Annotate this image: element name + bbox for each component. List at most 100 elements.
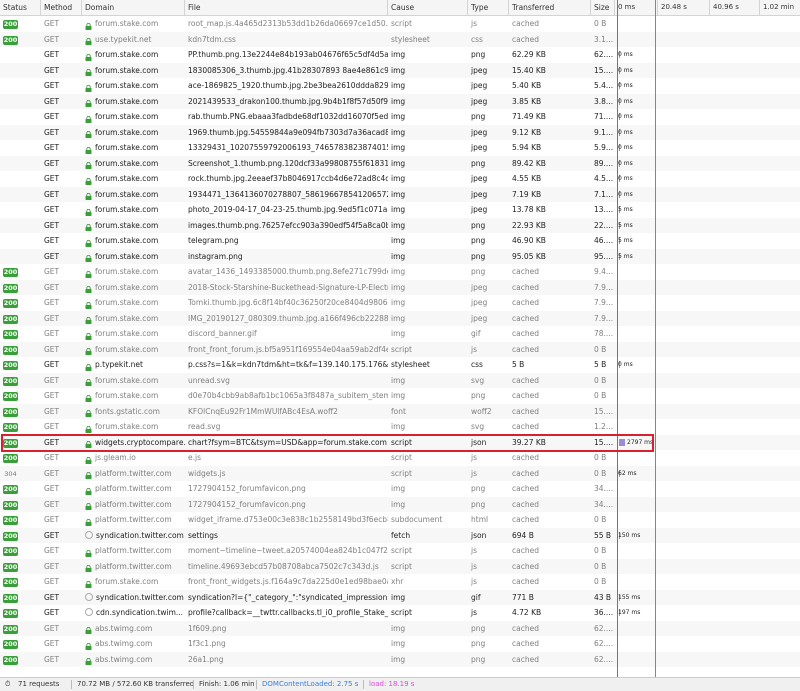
size-cell: 15.... [594, 406, 614, 416]
status-cell: 200 [0, 543, 41, 559]
column-size[interactable]: Size [591, 0, 615, 15]
domain-text: forum.stake.com [95, 236, 159, 245]
domain-text: forum.stake.com [95, 143, 159, 152]
table-row[interactable]: GET forum.stake.com 1969.thumb.jpg.5455984… [0, 124, 800, 141]
cause-cell: img [391, 158, 406, 168]
table-row[interactable]: GET forum.stake.com rock.thumb.jpg.2eeaef3… [0, 171, 800, 187]
table-row[interactable]: GET forum.stake.com 2021439533_drakon100.t… [0, 93, 800, 109]
request-list[interactable]: 200 GET forum.stake.com root_map.js.4a465d2… [0, 16, 800, 677]
table-row[interactable]: 200 GET forum.stake.com discord_banner.gif i… [0, 326, 800, 342]
domain-text: forum.stake.com [95, 81, 159, 90]
transferred-cell: cached [512, 19, 539, 28]
cause-cell: script [391, 561, 412, 571]
transferred-cell: cached [512, 546, 539, 555]
table-row[interactable]: 200 GET forum.stake.com root_map.js.4a465d2… [0, 16, 800, 32]
table-row[interactable]: 200 GET forum.stake.com unread.svg img svg cac… [0, 372, 800, 389]
waterfall-cell [615, 373, 800, 389]
column-transferred[interactable]: Transferred [509, 0, 591, 15]
column-method[interactable]: Method [41, 0, 82, 15]
table-row[interactable]: GET forum.stake.com photo_2019-04-17_04-23… [0, 202, 800, 218]
type-cell: jpeg [471, 65, 488, 75]
table-row[interactable]: 200 GET forum.stake.com avatar_1436_1493385… [0, 264, 800, 280]
table-row[interactable]: 200 GET platform.twitter.com 1727904152_for… [0, 481, 800, 497]
column-type[interactable]: Type [468, 0, 509, 15]
size-cell: 0 B [594, 453, 607, 462]
footer-divider [256, 680, 257, 689]
table-row[interactable]: GET forum.stake.com Screenshot_1.thumb.png… [0, 155, 800, 171]
method-cell: GET [44, 437, 60, 447]
timing-label: 155 ms [618, 593, 641, 601]
lock-icon [85, 624, 92, 634]
cause-cell: img [391, 282, 406, 292]
file-cell: rock.thumb.jpg.2eeaef37b8046917ccb4d6e72… [188, 174, 388, 183]
timing-label: 0 ms [618, 97, 633, 105]
column-domain[interactable]: Domain [82, 0, 185, 15]
table-row[interactable]: GET forum.stake.com rab.thumb.PNG.ebaaa3fa… [0, 109, 800, 125]
table-row[interactable]: 200 GET platform.twitter.com timeline.49693… [0, 558, 800, 574]
method-cell: GET [44, 422, 60, 431]
table-row[interactable]: 200 GET forum.stake.com 2018-Stock-Starshin… [0, 279, 800, 295]
table-row[interactable]: 200 GET abs.twimg.com 26a1.png img png cached 6… [0, 651, 800, 667]
file-cell: IMG_20190127_080309.thumb.jpg.a166f496cb… [188, 313, 388, 323]
table-row[interactable]: 200 GET forum.stake.com front_front_widgets… [0, 574, 800, 590]
table-row[interactable]: 200 GET p.typekit.net p.css?s=1&k=kdn7tdm&h… [0, 357, 800, 373]
table-row[interactable]: GET forum.stake.com instagram.png img png 95.… [0, 248, 800, 264]
table-row[interactable]: GET forum.stake.com 1830085306_3.thumb.jpg… [0, 62, 800, 78]
cause-cell: img [391, 623, 406, 633]
table-row[interactable]: 200 GET forum.stake.com d0e70b4cbb9ab8afb1b… [0, 388, 800, 404]
table-row[interactable]: GET forum.stake.com images.thumb.png.76257… [0, 217, 800, 233]
table-row[interactable]: 200 GET widgets.cryptocompare.c...chart?fs… [0, 434, 800, 450]
table-row[interactable]: 200 GET syndication.twitter.com syndication… [0, 589, 800, 605]
waterfall-cell: 0 ms [615, 357, 800, 373]
table-row[interactable]: GET forum.stake.com PP.thumb.png.13e2244e8… [0, 47, 800, 63]
type-cell: png [471, 391, 486, 400]
domain-text: cdn.syndication.twim... [96, 608, 184, 617]
waterfall-cell [615, 404, 800, 420]
transferred-cell: cached [512, 391, 539, 400]
column-status[interactable]: Status [0, 0, 41, 15]
status-badge: 200 [3, 392, 18, 401]
table-row[interactable]: 200 GET forum.stake.com read.svg img svg cache… [0, 419, 800, 435]
column-file[interactable]: File [185, 0, 388, 15]
table-row[interactable]: 200 GET platform.twitter.com widget_iframe.… [0, 512, 800, 528]
globe-icon [85, 530, 93, 539]
table-row[interactable]: 200 GET platform.twitter.com moment~timelin… [0, 543, 800, 559]
timeline-tick-3: 1.02 min [763, 3, 795, 11]
table-row[interactable]: GET forum.stake.com ace-1869825_1920.thumb… [0, 78, 800, 94]
table-row[interactable]: 200 GET platform.twitter.com 1727904152_for… [0, 496, 800, 512]
lock-icon [85, 159, 92, 169]
column-cause[interactable]: Cause [388, 0, 468, 15]
table-row[interactable]: 200 GET fonts.gstatic.com KFOlCnqEu92Fr1MmW… [0, 403, 800, 420]
waterfall-cell: 0 ms [615, 125, 800, 141]
lock-icon [85, 20, 92, 30]
method-cell: GET [44, 375, 60, 385]
status-cell [0, 109, 41, 125]
status-badge: 200 [3, 330, 18, 339]
table-row[interactable]: 200 GET abs.twimg.com 1f609.png img png cached… [0, 620, 800, 636]
table-row[interactable]: 200 GET abs.twimg.com 1f3c1.png img png cached… [0, 636, 800, 652]
table-row[interactable]: 200 GET forum.stake.com Tomki.thumb.jpg.6c8… [0, 295, 800, 311]
status-cell: 200 [0, 574, 41, 590]
table-row[interactable]: 200 GET forum.stake.com front_front_forum.j… [0, 341, 800, 357]
table-row[interactable]: 200 GET syndication.twitter.com settings fet… [0, 527, 800, 544]
table-row[interactable]: 304 GET platform.twitter.com widgets.js scri… [0, 465, 800, 481]
domain-text: platform.twitter.com [95, 499, 172, 509]
table-row[interactable]: 200 GET forum.stake.com IMG_20190127_080309… [0, 310, 800, 326]
type-cell: jpeg [471, 174, 488, 183]
status-cell [0, 140, 41, 156]
status-badge: 200 [3, 609, 18, 618]
table-row[interactable]: GET forum.stake.com 13329431_1020755979200… [0, 140, 800, 156]
size-cell: 43 B [594, 592, 612, 602]
table-row[interactable]: 200 GET cdn.syndication.twim... profile?cal… [0, 605, 800, 621]
lock-icon [85, 51, 92, 61]
domain-cell: abs.twimg.com [82, 636, 185, 652]
transferred-cell: cached [512, 282, 539, 292]
table-row[interactable]: 200 GET use.typekit.net kdn7tdm.css styleshe… [0, 31, 800, 47]
table-row[interactable]: GET forum.stake.com 1934471_13641360702788… [0, 186, 800, 202]
waterfall-cell: 150 ms [615, 528, 800, 544]
lock-icon [85, 330, 92, 340]
domain-cell: forum.stake.com [82, 574, 185, 590]
transferred-cell: 71.49 KB [512, 112, 546, 121]
table-row[interactable]: GET forum.stake.com telegram.png img png 46.9… [0, 233, 800, 249]
table-row[interactable]: 200 GET js.gleam.io e.js script js cached 0 B [0, 450, 800, 466]
